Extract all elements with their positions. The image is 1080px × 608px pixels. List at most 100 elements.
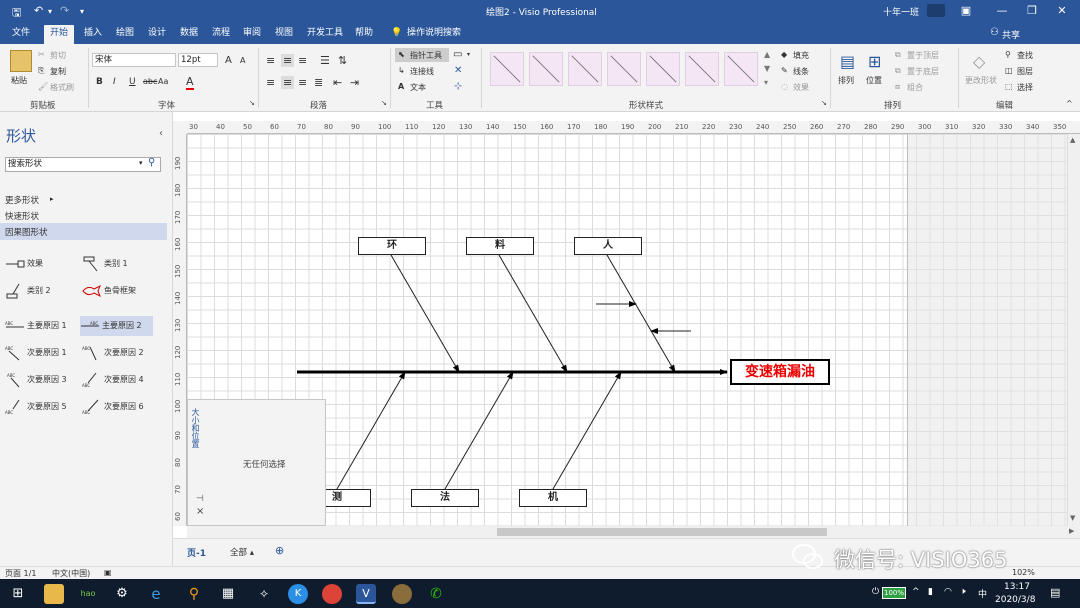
shape-secondary-cause-5[interactable]: ABC 次要原因 5 [5,397,75,417]
game-app-icon[interactable] [392,584,412,604]
volume-icon[interactable]: 🕨 [960,587,966,597]
pointer-tool-button[interactable]: 指针工具 [410,50,442,61]
underline-button[interactable]: U [129,77,136,87]
group-button[interactable]: 组合 [907,82,923,93]
styles-more-icon[interactable]: ▾ [764,78,768,87]
connection-point-icon[interactable]: ⊹ [454,81,462,92]
shape-effect[interactable]: 效果 [5,254,75,274]
pin-icon[interactable]: ⊣ [196,494,204,504]
tab-design[interactable]: 设计 [146,25,168,44]
bullets-icon[interactable]: ☰ [320,54,330,67]
user-name[interactable]: 十年一班 [883,5,919,18]
format-painter-button[interactable]: 格式刷 [50,82,74,93]
wifi-icon[interactable]: ◠ [944,587,952,597]
font-color-button[interactable]: A [186,75,194,90]
tab-home[interactable]: 开始 [44,25,75,44]
restore-icon[interactable]: ❐ [1020,2,1044,20]
notification-icon[interactable]: ▤ [1050,586,1060,599]
shape-style-swatch[interactable] [607,52,641,86]
vertical-scrollbar[interactable]: ▲ ▼ [1067,134,1080,526]
vertical-ruler[interactable]: 190 180 170 160 150 140 130 120 110 100 90 80 70 60 [173,134,187,526]
cause-box-material[interactable]: 料 [466,237,534,255]
connector-icon[interactable]: ↳ [398,66,405,75]
more-shapes-link[interactable]: 更多形状 [5,194,39,206]
cause-line-machine[interactable] [552,371,622,490]
send-to-back-button[interactable]: 置于底层 [907,66,939,77]
collapse-ribbon-icon[interactable]: ^ [1066,99,1073,108]
shape-category-2[interactable]: 类别 2 [5,281,75,301]
rectangle-icon[interactable]: ▭ [453,49,462,60]
cut-button[interactable]: 剪切 [50,50,66,61]
copy-icon[interactable]: ⎘ [38,66,44,76]
paste-button[interactable]: 粘贴 [11,75,27,86]
font-name-select[interactable]: 宋体 [92,53,176,67]
tab-developer[interactable]: 开发工具 [305,25,345,44]
search-dropdown-icon[interactable]: ▾ [139,159,143,167]
wechat-icon[interactable]: ✆ [426,584,446,604]
search-app-icon[interactable]: ⚲ [184,584,204,604]
file-explorer-icon[interactable] [44,584,64,604]
fill-button[interactable]: 填充 [793,50,809,61]
scroll-up-icon[interactable]: ▲ [1070,136,1075,144]
cause-box-machine[interactable]: 机 [519,489,587,507]
tab-page-1[interactable]: 页-1 [187,546,206,559]
shape-style-swatch[interactable] [724,52,758,86]
effect-box[interactable]: 变速箱漏油 [730,359,830,385]
settings-gear-icon[interactable]: ⚙ [112,584,132,604]
clock-date[interactable]: 2020/3/8 [995,595,1035,605]
align-top-icon[interactable]: ≡ [266,54,275,67]
shape-secondary-cause-3[interactable]: ABC 次要原因 3 [5,370,75,390]
ime-indicator[interactable]: 中 [978,587,987,600]
size-position-title[interactable]: 大小和位置 [190,408,201,448]
language-indicator[interactable]: 中文(中国) [52,568,90,579]
align-left-icon[interactable]: ≡ [266,76,275,89]
bring-to-front-button[interactable]: 置于顶层 [907,50,939,61]
select-icon[interactable]: ⬚ [1005,82,1013,91]
shape-style-swatch[interactable] [685,52,719,86]
hao-browser-icon[interactable]: hao [78,584,98,604]
format-painter-icon[interactable]: 🖌 [38,82,48,91]
italic-button[interactable]: I [113,77,116,87]
paste-icon[interactable] [10,50,32,72]
change-shape-button[interactable]: 更改形状 [965,75,997,86]
fox-app-icon[interactable]: ✧ [254,584,274,604]
change-case-button[interactable]: Aa [158,77,168,86]
text-direction-icon[interactable]: ⇅ [338,54,347,67]
clock-time[interactable]: 13:17 [1004,582,1030,592]
layers-button[interactable]: 图层 [1017,66,1033,77]
bold-button[interactable]: B [96,77,103,87]
shape-primary-cause-2[interactable]: ABC 主要原因 2 [80,316,153,336]
close-icon[interactable]: ✕ [1050,2,1074,20]
ie-browser-icon[interactable]: e [146,584,166,604]
cause-line-measurement[interactable] [336,371,406,490]
effects-icon[interactable]: ◌ [781,82,788,91]
align-button[interactable]: 排列 [838,75,854,86]
cause-line-method[interactable] [444,371,514,490]
shape-secondary-cause-1[interactable]: ABC 次要原因 1 [5,343,75,363]
align-center-icon[interactable]: ≡ [281,76,295,89]
find-button[interactable]: 查找 [1017,50,1033,61]
minimize-icon[interactable]: — [990,2,1014,20]
line-icon[interactable]: ✎ [781,66,788,75]
styles-scroll-up-icon[interactable]: ▲ [764,50,770,59]
battery-icon[interactable]: 100% [882,587,906,599]
styles-scroll-down-icon[interactable]: ▼ [764,64,770,73]
strikethrough-button[interactable]: abc [143,77,157,86]
shape-style-swatch[interactable] [490,52,524,86]
tab-data[interactable]: 数据 [178,25,200,44]
stencil-cause-effect[interactable]: 因果图形状 [5,226,48,238]
align-middle-icon[interactable]: ≡ [281,54,295,67]
shape-secondary-cause-4[interactable]: ABC 次要原因 4 [82,370,152,390]
power-icon[interactable]: ⏻ [872,587,879,597]
redo-icon[interactable]: ↷ [60,4,69,17]
shape-secondary-cause-6[interactable]: ABC 次要原因 6 [82,397,152,417]
customize-quick-access-icon[interactable]: ▾ [80,7,84,16]
shape-style-swatch[interactable] [568,52,602,86]
macro-record-icon[interactable]: ▣ [104,568,112,577]
change-shape-icon[interactable]: ◇ [973,52,985,71]
shape-secondary-cause-2[interactable]: ABC 次要原因 2 [82,343,152,363]
layers-icon[interactable]: ◫ [1005,66,1013,75]
network-icon[interactable]: ▮ [928,587,933,597]
position-button[interactable]: 位置 [866,75,882,86]
shape-dropdown-icon[interactable]: ▾ [467,51,470,58]
